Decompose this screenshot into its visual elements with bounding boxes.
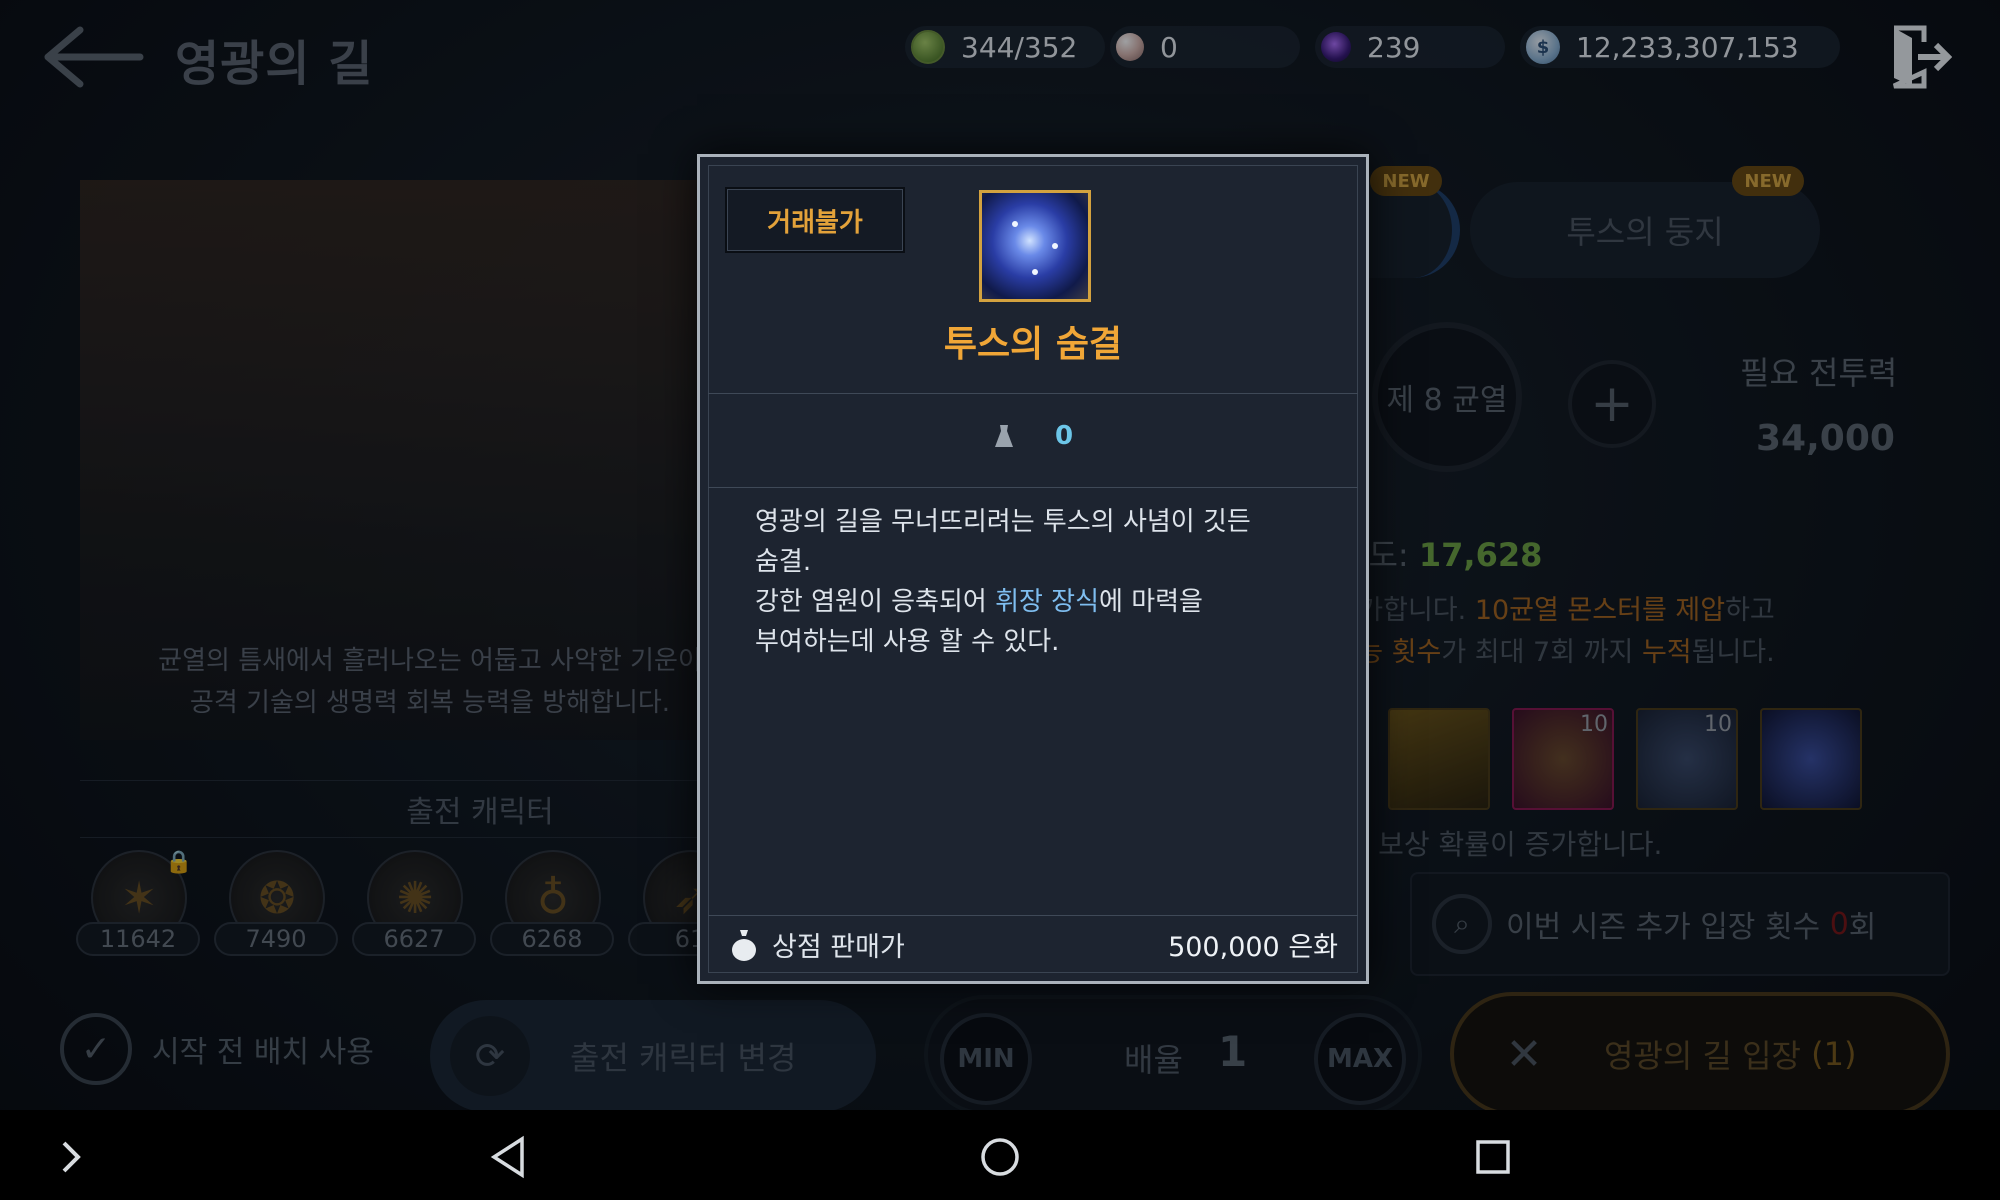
- chevron-right-icon: [62, 1141, 81, 1173]
- emblem-decoration-link: 휘장 장식: [995, 587, 1100, 617]
- system-navigation-bar: [0, 1110, 2000, 1200]
- description-text: 에 마력을: [1099, 587, 1203, 617]
- description-text: 강한 염원이 응축되어: [755, 587, 996, 617]
- description-line: 강한 염원이 응축되어 휘장 장식에 마력을: [755, 582, 1335, 622]
- crystal-orb-item-icon: [979, 190, 1091, 302]
- description-line: 부여하는데 사용 할 수 있다.: [755, 627, 1060, 657]
- square-recents-icon: [1476, 1140, 1510, 1174]
- sell-price-value: 500,000 은화: [1168, 932, 1338, 963]
- divider: [708, 487, 1358, 488]
- item-tooltip: 거래불가 투스의 숨결 0 영광의 길을 무너뜨리려는 투스의 사념이 깃든 숨…: [697, 154, 1369, 984]
- expand-button[interactable]: [46, 1132, 96, 1182]
- untradeable-badge: 거래불가: [725, 187, 905, 253]
- description-line: 숨결.: [755, 547, 812, 577]
- description-line: 영광의 길을 무너뜨리려는 투스의 사념이 깃든: [755, 507, 1251, 537]
- money-bag-icon: [732, 929, 756, 961]
- item-name: 투스의 숨결: [943, 324, 1123, 365]
- weight-value: 0: [1054, 421, 1074, 451]
- nav-recent-apps-button[interactable]: [1468, 1132, 1518, 1182]
- circle-home-icon: [981, 1138, 1019, 1176]
- sparkle: [1032, 269, 1038, 275]
- item-weight: 0: [700, 421, 1366, 451]
- nav-back-button[interactable]: [483, 1132, 533, 1182]
- shop-sell-price: 상점 판매가 500,000 은화: [708, 915, 1358, 973]
- divider: [708, 393, 1358, 394]
- weight-icon: [994, 425, 1013, 447]
- item-description: 영광의 길을 무너뜨리려는 투스의 사념이 깃든 숨결. 강한 염원이 응축되어…: [755, 502, 1335, 662]
- sparkle: [1052, 243, 1058, 249]
- sell-price-label: 상점 판매가: [772, 932, 905, 963]
- triangle-back-icon: [490, 1135, 524, 1179]
- nav-home-button[interactable]: [975, 1132, 1025, 1182]
- sparkle: [1012, 221, 1018, 227]
